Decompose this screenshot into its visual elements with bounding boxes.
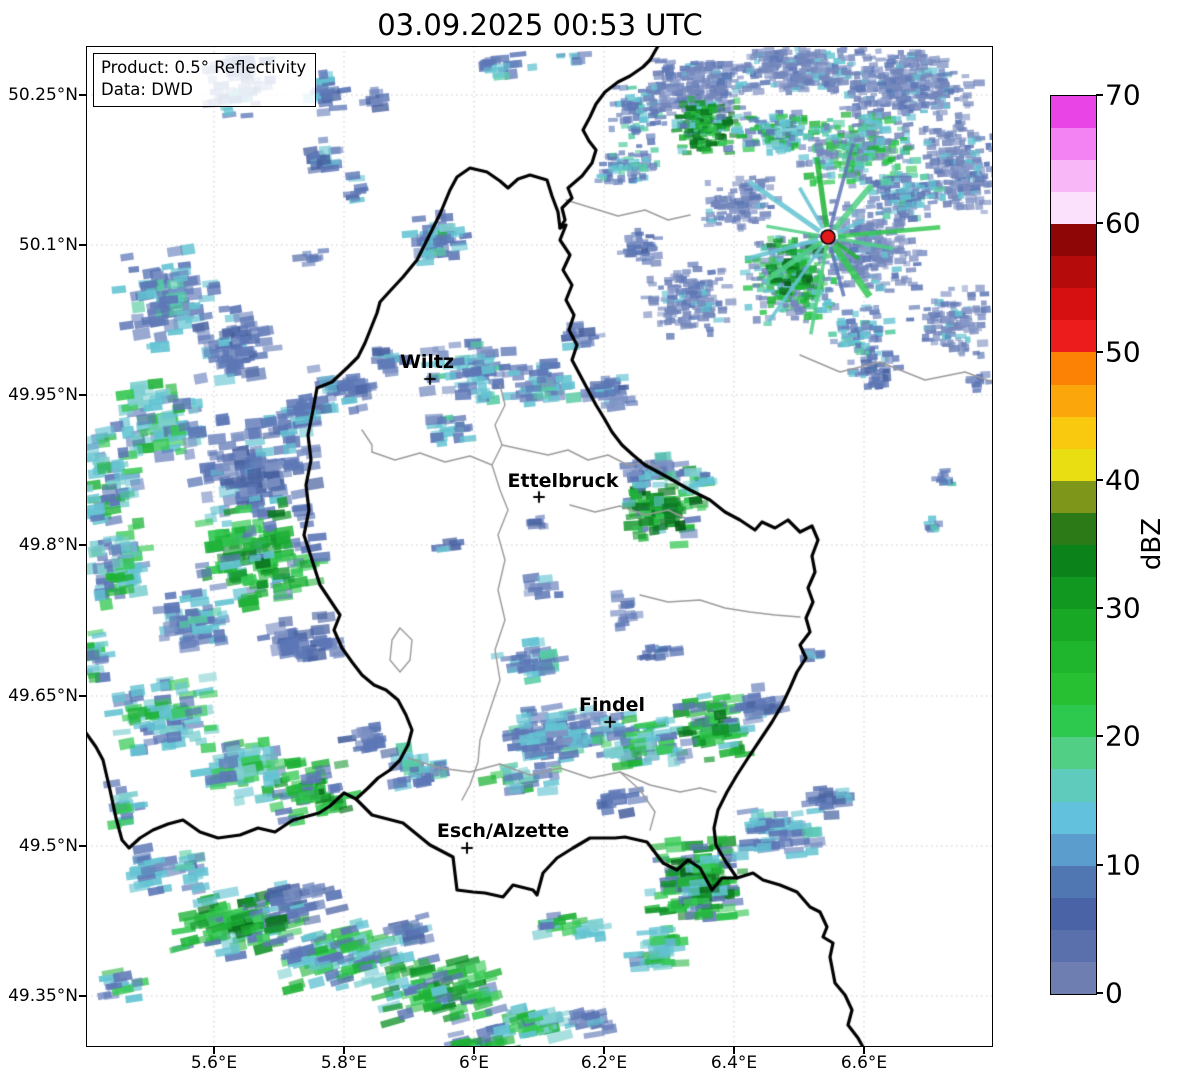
colorbar-tick-label: 0: [1105, 976, 1123, 1010]
colorbar-segment: [1051, 288, 1096, 321]
colorbar-segment: [1051, 897, 1096, 930]
colorbar: [1050, 95, 1097, 995]
colorbar-axis-label: dBZ: [1137, 517, 1167, 571]
colorbar-tick-mark: [1096, 992, 1103, 994]
city-label-ettelbruck: Ettelbruck: [507, 470, 619, 492]
y-tick-label: 49.95°N: [8, 385, 78, 405]
y-tick-mark: [79, 94, 86, 96]
y-tick-label: 50.25°N: [8, 85, 78, 105]
figure-title: 03.09.2025 00:53 UTC: [377, 8, 703, 42]
city-label-findel: Findel: [578, 694, 646, 716]
product-annotation-box: Product: 0.5° Reflectivity Data: DWD: [93, 53, 317, 107]
colorbar-segment: [1051, 416, 1096, 449]
colorbar-segment: [1051, 801, 1096, 834]
y-tick-label: 49.5°N: [18, 836, 78, 856]
colorbar-tick-label: 30: [1105, 591, 1141, 625]
colorbar-segment: [1051, 961, 1096, 994]
colorbar-segment: [1051, 256, 1096, 289]
y-tick-mark: [79, 695, 86, 697]
x-tick-mark: [343, 1047, 345, 1054]
x-tick-mark: [603, 1047, 605, 1054]
colorbar-tick-mark: [1096, 222, 1103, 225]
colorbar-segment: [1051, 384, 1096, 417]
colorbar-segment: [1051, 320, 1096, 353]
y-tick-mark: [79, 394, 86, 396]
x-tick-mark: [863, 1047, 865, 1054]
colorbar-segment: [1051, 833, 1096, 866]
colorbar-tick-mark: [1096, 94, 1103, 96]
y-tick-label: 50.1°N: [18, 235, 78, 255]
colorbar-tick-mark: [1096, 607, 1103, 610]
x-tick-label: 6.6°E: [840, 1053, 888, 1073]
colorbar-segment: [1051, 609, 1096, 642]
plot-frame: [86, 46, 993, 1047]
city-label-wiltz: Wiltz: [399, 351, 455, 373]
colorbar-segment: [1051, 95, 1096, 128]
colorbar-segment: [1051, 641, 1096, 674]
colorbar-segment: [1051, 737, 1096, 770]
colorbar-tick-mark: [1096, 735, 1103, 738]
colorbar-segment: [1051, 448, 1096, 481]
x-tick-label: 6.2°E: [580, 1053, 628, 1073]
y-tick-label: 49.65°N: [8, 686, 78, 706]
colorbar-segment: [1051, 352, 1096, 385]
colorbar-segment: [1051, 576, 1096, 610]
y-tick-mark: [79, 244, 86, 246]
colorbar-tick-label: 20: [1105, 719, 1141, 753]
y-tick-mark: [79, 995, 86, 997]
x-tick-mark: [473, 1047, 475, 1054]
colorbar-segment: [1051, 512, 1096, 545]
colorbar-segment: [1051, 159, 1096, 193]
colorbar-tick-mark: [1096, 350, 1103, 353]
colorbar-segment: [1051, 769, 1096, 802]
x-tick-mark: [213, 1047, 215, 1054]
weather-radar-figure: 03.09.2025 00:53 UTC Product: 0.5° Refle…: [0, 0, 1184, 1081]
colorbar-tick-label: 40: [1105, 463, 1141, 497]
colorbar-tick-label: 70: [1105, 78, 1141, 112]
colorbar-segment: [1051, 192, 1096, 225]
colorbar-segment: [1051, 480, 1096, 513]
x-tick-label: 5.6°E: [190, 1053, 238, 1073]
data-source-line: Data: DWD: [101, 79, 193, 99]
colorbar-tick-mark: [1096, 863, 1103, 866]
product-line: Product: 0.5° Reflectivity: [101, 58, 307, 77]
y-tick-label: 49.35°N: [8, 986, 78, 1006]
y-tick-mark: [79, 544, 86, 546]
colorbar-tick-mark: [1096, 478, 1103, 481]
colorbar-segment: [1051, 705, 1096, 738]
colorbar-tick-label: 60: [1105, 206, 1141, 240]
colorbar-segment: [1051, 127, 1096, 160]
colorbar-segment: [1051, 673, 1096, 706]
x-tick-mark: [733, 1047, 735, 1054]
y-tick-label: 49.8°N: [18, 535, 78, 555]
x-tick-label: 5.8°E: [320, 1053, 368, 1073]
x-tick-label: 6.4°E: [710, 1053, 758, 1073]
colorbar-segment: [1051, 865, 1096, 898]
y-tick-mark: [79, 845, 86, 847]
colorbar-tick-label: 50: [1105, 335, 1141, 369]
x-tick-label: 6°E: [458, 1053, 490, 1073]
colorbar-segment: [1051, 544, 1096, 577]
city-label-esch-alzette: Esch/Alzette: [436, 820, 570, 842]
colorbar-segment: [1051, 224, 1096, 257]
colorbar-segment: [1051, 929, 1096, 962]
colorbar-tick-label: 10: [1105, 848, 1141, 882]
